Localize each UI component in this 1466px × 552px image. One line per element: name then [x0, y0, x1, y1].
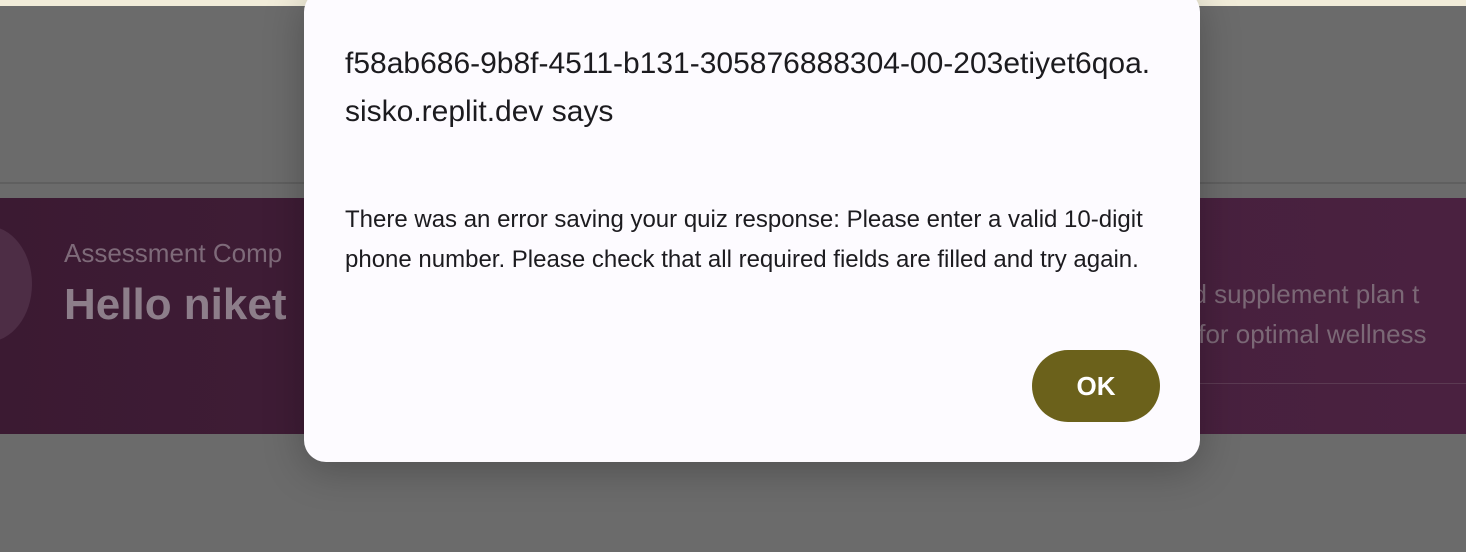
hero-description-line-2: s for optimal wellness	[1178, 319, 1427, 349]
hero-subtitle: Assessment Comp	[64, 238, 283, 268]
hero-description-line-1: ed supplement plan t	[1178, 279, 1420, 309]
hero-description: ed supplement plan t s for optimal welln…	[1178, 274, 1427, 354]
ok-button[interactable]: OK	[1032, 350, 1160, 422]
dialog-message: There was an error saving your quiz resp…	[345, 206, 1143, 273]
hero-divider	[1180, 383, 1466, 384]
hero-greeting: Hello niket	[64, 280, 287, 329]
alert-dialog: f58ab686-9b8f-4511-b131-305876888304-00-…	[304, 0, 1200, 462]
dialog-title: f58ab686-9b8f-4511-b131-305876888304-00-…	[345, 47, 1151, 128]
avatar	[0, 226, 32, 342]
